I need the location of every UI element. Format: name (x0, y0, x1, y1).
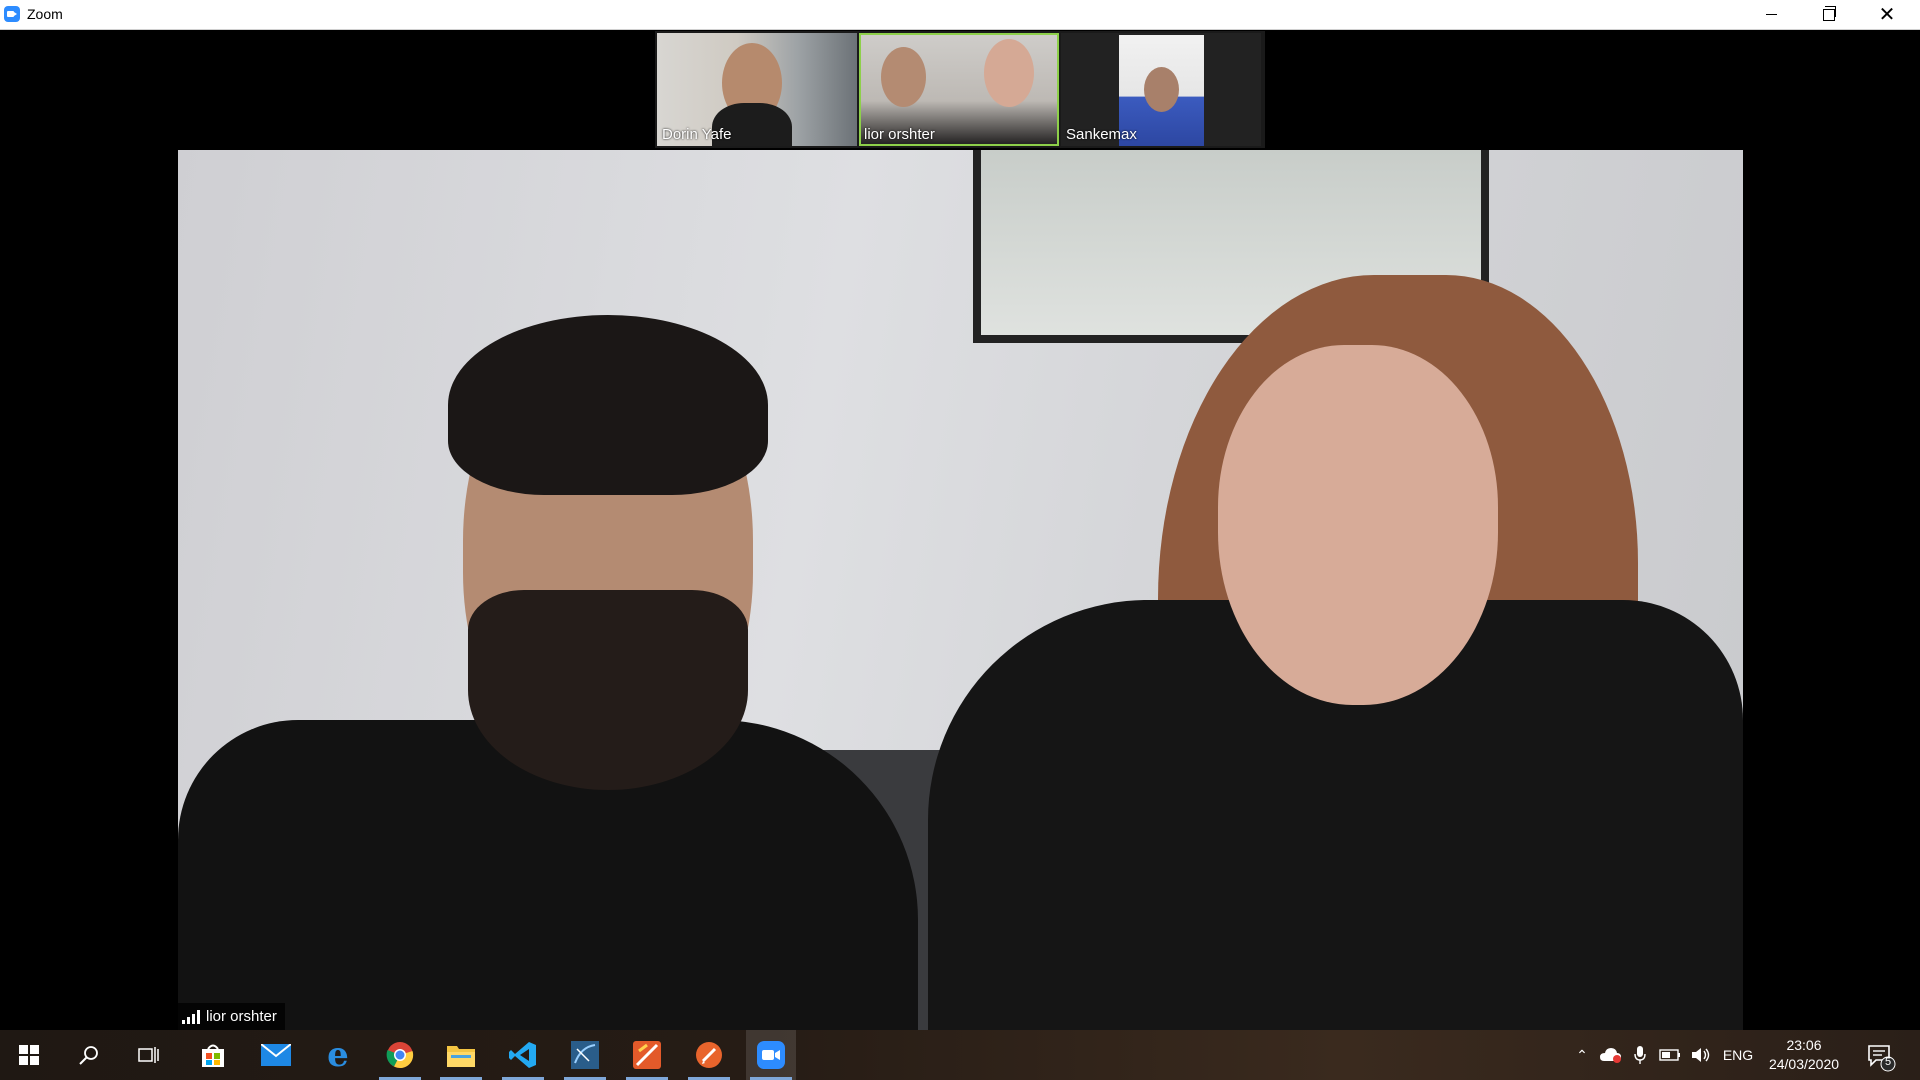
task-view-icon (138, 1047, 159, 1063)
participant-thumbnail[interactable]: Dorin Yafe (657, 33, 857, 146)
zoom-icon (757, 1041, 785, 1069)
main-video (178, 150, 1743, 1030)
onedrive-tray[interactable] (1598, 1030, 1624, 1080)
app-icon-2 (696, 1042, 722, 1068)
minimize-icon (1765, 14, 1777, 15)
chrome-icon (386, 1042, 414, 1069)
file-explorer-icon (447, 1046, 475, 1067)
participant-thumbnail-active[interactable]: lior orshter (859, 33, 1059, 146)
search-icon (79, 1046, 98, 1065)
edge-icon: e (327, 1035, 349, 1075)
start-button[interactable] (4, 1030, 54, 1080)
chrome-app[interactable] (375, 1030, 425, 1080)
database-app-icon (571, 1041, 599, 1069)
vscode-app[interactable] (498, 1030, 548, 1080)
store-icon (202, 1044, 224, 1067)
restore-button[interactable] (1800, 0, 1858, 29)
speaker-name-label: lior orshter (178, 1003, 285, 1030)
participant-name: lior orshter (864, 126, 935, 143)
volume-tray[interactable] (1688, 1030, 1714, 1080)
language-indicator[interactable]: ENG (1718, 1030, 1758, 1080)
mail-app[interactable] (251, 1030, 301, 1080)
minimize-button[interactable] (1742, 0, 1800, 29)
clock-date: 24/03/2020 (1768, 1056, 1840, 1072)
workbench-app[interactable] (560, 1030, 610, 1080)
action-center-button[interactable]: 5 (1862, 1038, 1896, 1072)
battery-icon (1659, 1049, 1680, 1061)
clock-time: 23:06 (1786, 1037, 1822, 1053)
microphone-icon (1634, 1046, 1646, 1064)
search-button[interactable] (64, 1030, 114, 1080)
signal-strength-icon (182, 1009, 200, 1024)
participant-video-2 (984, 39, 1034, 107)
close-button[interactable]: ✕ (1858, 0, 1916, 29)
restore-icon (1823, 5, 1836, 21)
person-right-face (1218, 345, 1498, 705)
title-bar: Zoom ✕ (0, 0, 1920, 30)
language-text: ENG (1722, 1047, 1754, 1063)
cloud-error-icon (1600, 1048, 1621, 1063)
battery-tray[interactable] (1656, 1030, 1684, 1080)
zoom-app[interactable] (746, 1030, 796, 1080)
participant-name: Dorin Yafe (662, 126, 732, 143)
volume-icon (1692, 1048, 1710, 1062)
chevron-up-icon: ⌃ (1576, 1046, 1588, 1063)
vscode-icon (509, 1042, 536, 1068)
participant-face (1144, 67, 1179, 112)
mail-icon (261, 1044, 291, 1066)
zoom-app-icon (4, 6, 20, 22)
participant-video (881, 47, 926, 107)
person-left-hair (448, 315, 768, 495)
taskbar: e ⌃ ENG 23:06 24/03/2020 5 (0, 1030, 1920, 1080)
close-icon: ✕ (1878, 3, 1896, 26)
file-explorer-app[interactable] (436, 1030, 486, 1080)
window-title: Zoom (27, 6, 63, 22)
store-app[interactable] (188, 1030, 238, 1080)
show-hidden-icons-button[interactable]: ⌃ (1570, 1030, 1594, 1080)
edge-app[interactable]: e (313, 1030, 363, 1080)
pinned-app[interactable] (622, 1030, 672, 1080)
clock[interactable]: 23:06 24/03/2020 (1764, 1036, 1844, 1074)
pinned-app-2[interactable] (684, 1030, 734, 1080)
person-left-beard (468, 590, 748, 790)
windows-start-icon (19, 1045, 39, 1065)
task-view-button[interactable] (124, 1030, 174, 1080)
participant-name: Sankemax (1066, 126, 1137, 143)
app-icon (633, 1041, 661, 1069)
speaker-name: lior orshter (206, 1008, 277, 1025)
participant-strip: Dorin Yafe lior orshter Sankemax (655, 31, 1265, 148)
participant-thumbnail[interactable]: Sankemax (1061, 33, 1261, 146)
microphone-tray[interactable] (1628, 1030, 1652, 1080)
notification-count: 5 (1884, 1056, 1892, 1068)
